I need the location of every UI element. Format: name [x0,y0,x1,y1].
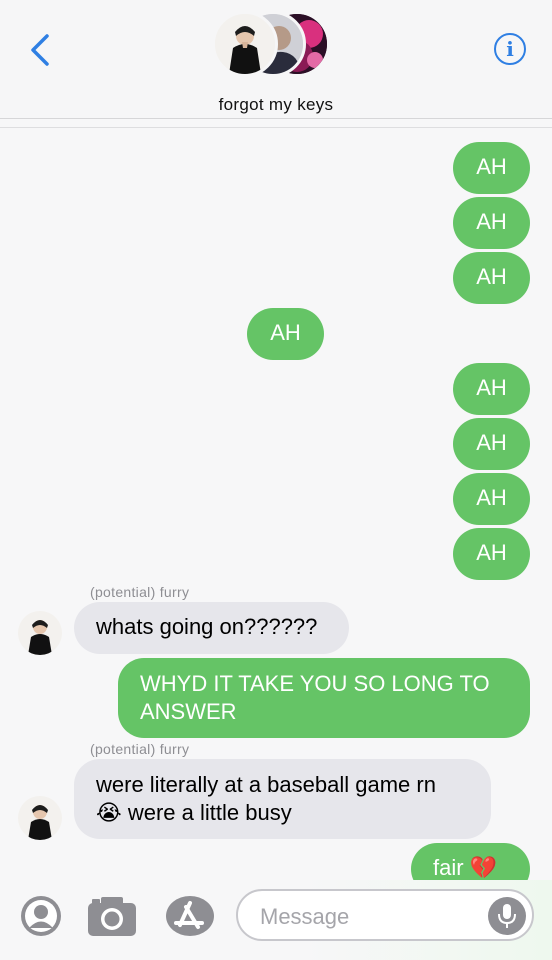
outgoing-message[interactable]: AH [453,142,530,194]
message-text: whats going on?????? [96,614,318,639]
conversation-header: i forgot my keys [0,0,552,119]
microphone-icon [498,904,516,928]
incoming-message[interactable]: were literally at a baseball game rn 😭 w… [74,759,491,839]
outgoing-message[interactable]: AH [453,252,530,304]
sender-name: (potential) furry [90,741,190,757]
message-input[interactable] [258,901,482,933]
composer-bar [0,880,552,960]
message-text: AH [476,485,507,510]
message-text: fair [433,855,464,880]
message-text: AH [476,209,507,234]
info-icon: i [506,37,514,61]
broken-heart-emoji: 💔 [469,855,498,880]
message-text: AH [476,264,507,289]
message-text: were literally at a baseball game rn [96,772,436,797]
avatar [212,11,278,77]
message-text: AH [270,320,301,345]
chevron-left-icon [31,34,49,66]
outgoing-message[interactable]: AH [453,473,530,525]
app-store-icon [166,896,214,936]
avatar[interactable] [18,796,62,840]
message-text: AH [476,430,507,455]
message-thread[interactable]: AH AH AH AH AH AH AH AH (potential) furr… [0,128,552,880]
message-text: were a little busy [127,800,292,825]
outgoing-message[interactable]: WHYD IT TAKE YOU SO LONG TO ANSWER [118,658,530,738]
camera-icon [88,897,136,936]
message-text: AH [476,375,507,400]
outgoing-message[interactable]: AH [453,528,530,580]
loudly-crying-emoji: 😭 [96,800,122,825]
message-text: ANSWER [140,699,237,724]
back-button[interactable] [22,30,58,70]
group-name[interactable]: forgot my keys [0,95,552,115]
outgoing-message[interactable]: AH [453,363,530,415]
outgoing-message[interactable]: AH [453,197,530,249]
message-text: WHYD IT TAKE YOU SO LONG TO [140,671,490,696]
avatar[interactable] [18,611,62,655]
outgoing-message[interactable]: AH [453,418,530,470]
message-field[interactable] [236,889,534,941]
memoji-button[interactable] [20,895,62,937]
memoji-icon [21,896,61,936]
outgoing-message[interactable]: fair 💔 [411,843,530,880]
dictation-button[interactable] [488,897,526,935]
message-text: AH [476,154,507,179]
message-text: AH [476,540,507,565]
outgoing-message[interactable]: AH [247,308,324,360]
camera-button[interactable] [86,894,138,938]
message-text-row: 😭 were a little busy [96,799,469,827]
incoming-message[interactable]: whats going on?????? [74,602,349,654]
info-button[interactable]: i [494,33,526,65]
group-avatars[interactable] [212,11,332,77]
sender-name: (potential) furry [90,584,190,600]
apps-button[interactable] [164,895,216,937]
